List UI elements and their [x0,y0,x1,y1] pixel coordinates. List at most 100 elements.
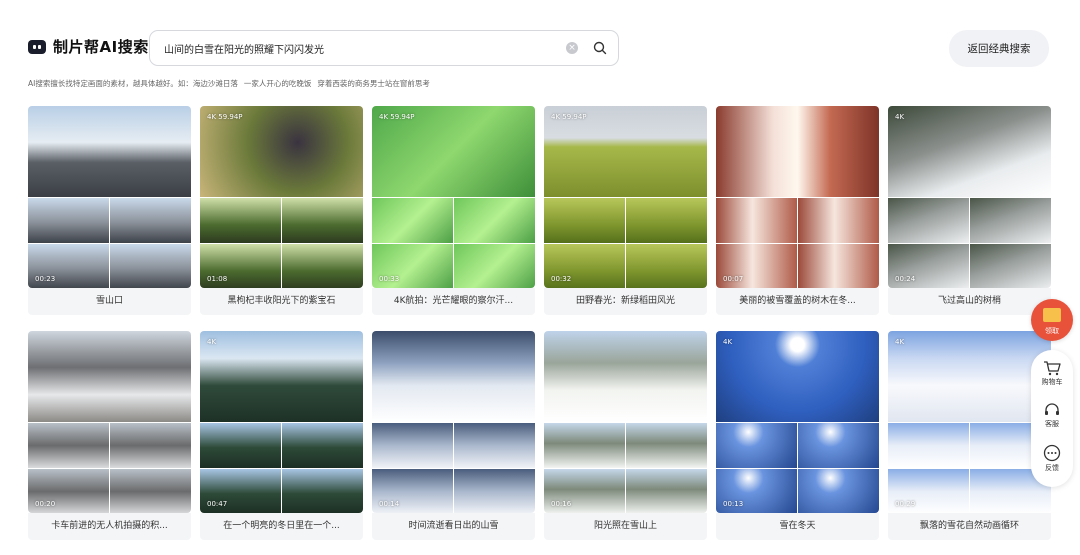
duration-label: 01:08 [207,275,228,283]
duration-label: 00:14 [379,500,400,508]
logo[interactable]: 制片帮AI搜索 [28,36,149,57]
duration-label: 00:16 [551,500,572,508]
video-thumbnail[interactable]: 4K 00:47 [200,331,363,513]
video-title[interactable]: 雪在冬天 [716,513,879,540]
thumbnail-frame [716,198,797,243]
thumbnail-preview [28,106,191,197]
video-card[interactable]: 00:16 阳光照在雪山上 [544,331,707,540]
classic-search-button[interactable]: 返回经典搜索 [949,30,1049,67]
video-title[interactable]: 飘落的雪花自然动画循环 [888,513,1051,540]
thumbnail-frame [200,423,281,468]
video-thumbnail[interactable]: 00:20 [28,331,191,513]
duration-label: 00:32 [551,275,572,283]
hint-example[interactable]: 一家人开心的吃晚饭 [244,79,312,88]
video-thumbnail[interactable]: 4K 00:24 [888,106,1051,288]
duration-label: 00:33 [379,275,400,283]
video-thumbnail[interactable]: 00:23 [28,106,191,288]
video-title[interactable]: 卡车前进的无人机拍摄的积... [28,513,191,540]
side-toolbar: 购物车 客服 反馈 [1031,350,1073,487]
resolution-badge: 4K [207,338,217,346]
thumbnail-preview [200,331,363,422]
thumbnail-frame [372,423,453,468]
video-card[interactable]: 00:20 卡车前进的无人机拍摄的积... [28,331,191,540]
video-card[interactable]: 4K 00:47 在一个明亮的冬日里在一个... [200,331,363,540]
gift-button[interactable]: 领取 [1031,299,1073,341]
duration-label: 00:24 [895,275,916,283]
thumbnail-preview [372,331,535,422]
thumbnail-frame [626,423,707,468]
resolution-badge: 4K [895,113,905,121]
video-title[interactable]: 黑枸杞丰收阳光下的紫宝石 [200,288,363,315]
video-title[interactable]: 时间流逝看日出的山雪 [372,513,535,540]
resolution-badge: 4K [895,338,905,346]
feedback-label: 反馈 [1045,464,1059,472]
video-title[interactable]: 在一个明亮的冬日里在一个... [200,513,363,540]
hint-example[interactable]: 穿着西装的商务男士站在窗前思考 [317,79,430,88]
duration-label: 00:07 [723,275,744,283]
feedback-button[interactable]: 反馈 [1031,444,1073,473]
video-thumbnail[interactable]: 4K 59.94P 00:33 [372,106,535,288]
hint-example[interactable]: 海边沙滩日落 [193,79,238,88]
video-card[interactable]: 4K 00:13 雪在冬天 [716,331,879,540]
cart-icon [1044,361,1061,376]
thumbnail-frame [626,469,707,513]
video-thumbnail[interactable]: 00:14 [372,331,535,513]
clear-icon[interactable]: × [566,42,578,54]
video-card[interactable]: 00:23 雪山口 [28,106,191,315]
feedback-icon [1043,444,1061,462]
gift-icon [1043,308,1061,322]
video-thumbnail[interactable]: 00:07 [716,106,879,288]
duration-label: 00:23 [35,275,56,283]
thumbnail-frame [110,244,191,288]
thumbnail-preview [544,331,707,422]
video-card[interactable]: 4K 59.94P 00:32 田野春光：新绿稻田风光 [544,106,707,315]
thumbnail-frame [798,198,879,243]
video-title[interactable]: 雪山口 [28,288,191,315]
cart-button[interactable]: 购物车 [1031,360,1073,387]
video-title[interactable]: 飞过高山的树梢 [888,288,1051,315]
thumbnail-frame [798,244,879,288]
duration-label: 00:13 [723,500,744,508]
video-title[interactable]: 4K航拍：光芒耀眼的察尔汗... [372,288,535,315]
service-button[interactable]: 客服 [1031,402,1073,429]
thumbnail-frame [888,423,969,468]
video-card[interactable]: 4K 00:24 飞过高山的树梢 [888,106,1051,315]
service-label: 客服 [1045,420,1059,428]
thumbnail-preview [716,331,879,422]
thumbnail-frame [282,469,363,513]
thumbnail-frame [110,469,191,513]
thumbnail-frame [798,469,879,513]
video-card[interactable]: 4K 00:29 飘落的雪花自然动画循环 [888,331,1051,540]
headset-icon [1045,403,1059,415]
thumbnail-frame [282,244,363,288]
thumbnail-frame [454,423,535,468]
thumbnail-frame [798,423,879,468]
duration-label: 00:20 [35,500,56,508]
gift-label: 领取 [1045,327,1059,335]
search-input[interactable] [164,31,554,65]
search-icon[interactable] [593,41,607,55]
video-title[interactable]: 美丽的被雪覆盖的树木在冬... [716,288,879,315]
video-thumbnail[interactable]: 4K 00:29 [888,331,1051,513]
thumbnail-frame [28,198,109,243]
video-title[interactable]: 阳光照在雪山上 [544,513,707,540]
logo-icon [28,39,46,54]
thumbnail-frame [454,198,535,243]
resolution-badge: 4K 59.94P [551,113,587,121]
video-thumbnail[interactable]: 4K 00:13 [716,331,879,513]
video-card[interactable]: 4K 59.94P 00:33 4K航拍：光芒耀眼的察尔汗... [372,106,535,315]
video-card[interactable]: 4K 59.94P 01:08 黑枸杞丰收阳光下的紫宝石 [200,106,363,315]
duration-label: 00:47 [207,500,228,508]
video-thumbnail[interactable]: 00:16 [544,331,707,513]
video-thumbnail[interactable]: 4K 59.94P 01:08 [200,106,363,288]
video-title[interactable]: 田野春光：新绿稻田风光 [544,288,707,315]
thumbnail-preview [888,106,1051,197]
video-thumbnail[interactable]: 4K 59.94P 00:32 [544,106,707,288]
video-card[interactable]: 00:07 美丽的被雪覆盖的树木在冬... [716,106,879,315]
video-card[interactable]: 00:14 时间流逝看日出的山雪 [372,331,535,540]
thumbnail-frame [626,198,707,243]
thumbnail-frame [454,469,535,513]
logo-text: 制片帮AI搜索 [53,38,149,56]
thumbnail-frame [282,423,363,468]
thumbnail-frame [544,423,625,468]
